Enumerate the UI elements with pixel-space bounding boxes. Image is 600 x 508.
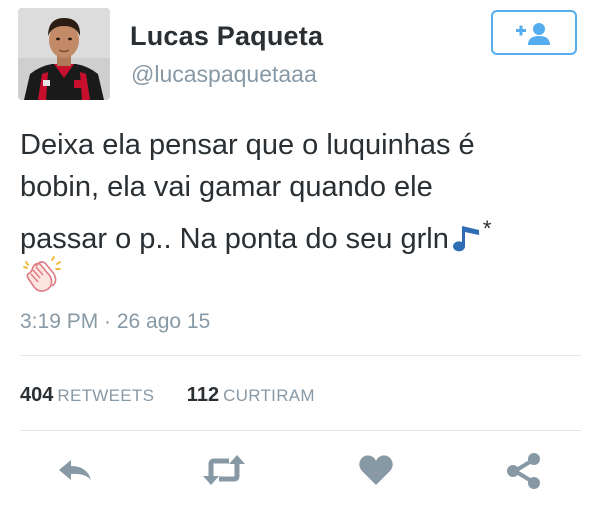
tweet-timestamp[interactable]: 3:19 PM · 26 ago 15 [20,310,210,334]
tweet-text-line: bobin, ela vai gamar quando ele [20,171,433,203]
tweet-stats: 404 RETWEETS 112 CURTIRAM [20,384,315,407]
avatar[interactable] [18,8,110,100]
clapping-hands-emoji [22,256,62,299]
display-name[interactable]: Lucas Paqueta [130,21,323,52]
share-button[interactable] [502,452,546,492]
likes-label: CURTIRAM [223,386,315,405]
retweets-count: 404 [20,384,54,406]
musical-note-emoji [452,222,483,266]
avatar-image [18,8,110,100]
retweet-button[interactable] [201,452,245,492]
follow-button[interactable] [491,10,577,55]
tweet-card: Lucas Paqueta @lucaspaquetaaa Deixa ela … [0,0,600,508]
tweet-text-line: Deixa ela pensar que o luquinhas é [20,129,475,161]
follow-user-icon [516,23,550,45]
likes-stat[interactable]: 112 CURTIRAM [186,384,315,406]
divider [20,430,581,431]
tweet-text-line-last: passar o p.. Na ponta do seu grln * [20,208,585,266]
tweet-text: Deixa ela pensar que o luquinhas é bobin… [20,124,585,266]
retweet-icon [203,455,245,485]
like-icon [359,455,393,485]
user-handle[interactable]: @lucaspaquetaaa [131,61,317,88]
reply-icon [59,460,91,480]
share-icon [507,453,540,489]
likes-count: 112 [186,384,220,406]
retweets-label: RETWEETS [57,386,155,405]
divider [20,355,581,356]
tweet-text-line: passar o p.. Na ponta do seu grln [20,223,449,255]
like-button[interactable] [354,452,398,492]
trailing-asterisk: * [482,216,492,241]
reply-button[interactable] [53,452,97,492]
retweets-stat[interactable]: 404 RETWEETS [20,384,160,406]
